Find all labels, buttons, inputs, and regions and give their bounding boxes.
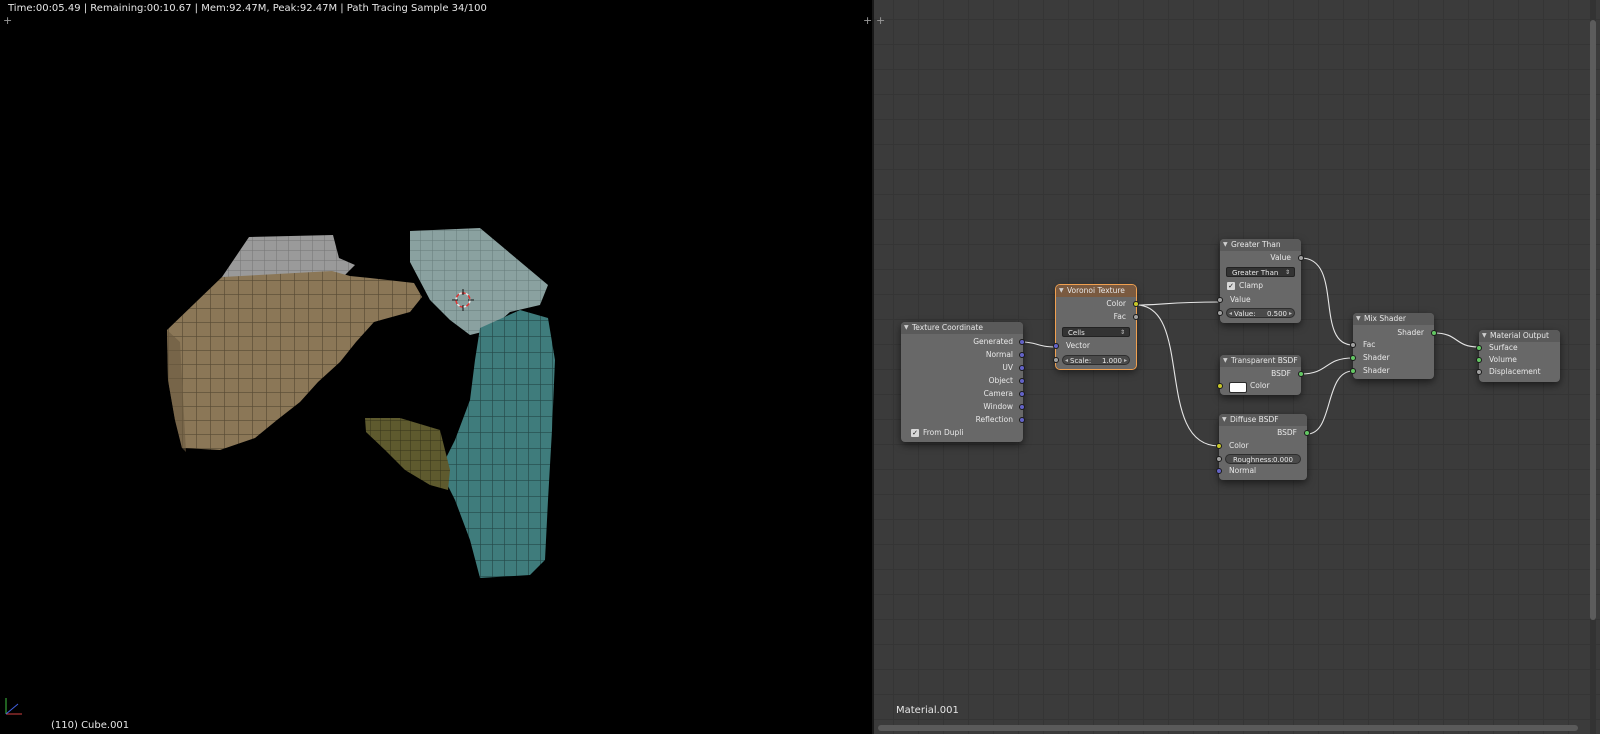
socket-fac[interactable] bbox=[1350, 342, 1356, 348]
node-voronoi-texture[interactable]: ▼ Voronoi Texture Color Fac Cells ⇕ Vector… bbox=[1053, 284, 1139, 370]
node-title: Texture Coordinate bbox=[912, 323, 983, 332]
output-generated: Generated bbox=[973, 337, 1013, 346]
collapse-arrow-icon[interactable]: ▼ bbox=[1223, 239, 1228, 251]
input-shader-1: Shader bbox=[1363, 353, 1390, 362]
node-diffuse-bsdf[interactable]: ▼ Diffuse BSDF BSDF Color Roughness: 0.000… bbox=[1216, 414, 1310, 480]
socket-fac[interactable] bbox=[1133, 314, 1139, 320]
socket-surface[interactable] bbox=[1476, 345, 1482, 351]
socket-reflection[interactable] bbox=[1019, 417, 1025, 423]
3d-viewport[interactable]: Time:00:05.49 | Remaining:00:10.67 | Mem… bbox=[0, 0, 872, 734]
output-shader: Shader bbox=[1397, 328, 1424, 337]
node-title: Diffuse BSDF bbox=[1230, 415, 1279, 424]
node-editor[interactable]: + ▼ Texture Coordinate Generated Normal U… bbox=[874, 0, 1600, 734]
collapse-arrow-icon[interactable]: ▼ bbox=[1482, 330, 1487, 342]
socket-input-value-2[interactable] bbox=[1217, 310, 1223, 316]
socket-vector[interactable] bbox=[1053, 343, 1059, 349]
collapse-arrow-icon[interactable]: ▼ bbox=[1059, 285, 1064, 297]
checkmark-icon: ✓ bbox=[1227, 282, 1235, 290]
socket-scale[interactable] bbox=[1053, 357, 1059, 363]
node-transparent-bsdf[interactable]: ▼ Transparent BSDF BSDF Color bbox=[1217, 355, 1304, 395]
node-title: Transparent BSDF bbox=[1231, 356, 1298, 365]
node-greater-than[interactable]: ▼ Greater Than Value Greater Than ⇕ ✓ Clamp… bbox=[1217, 239, 1304, 323]
collapse-arrow-icon[interactable]: ▼ bbox=[1222, 414, 1227, 426]
axis-gizmo-icon bbox=[5, 698, 22, 715]
active-object-label: (110) Cube.001 bbox=[51, 720, 130, 731]
socket-input-value-1[interactable] bbox=[1217, 297, 1223, 303]
clamp-checkbox[interactable]: ✓ Clamp bbox=[1227, 281, 1263, 291]
socket-camera[interactable] bbox=[1019, 391, 1025, 397]
input-displacement: Displacement bbox=[1489, 367, 1541, 376]
roughness-field[interactable]: Roughness: 0.000 bbox=[1225, 454, 1301, 464]
color-swatch[interactable] bbox=[1229, 382, 1247, 393]
input-volume: Volume bbox=[1489, 355, 1517, 364]
socket-color[interactable] bbox=[1133, 301, 1139, 307]
output-uv: UV bbox=[1002, 363, 1013, 372]
node-material-output[interactable]: ▼ Material Output Surface Volume Displace… bbox=[1476, 330, 1560, 382]
socket-generated[interactable] bbox=[1019, 339, 1025, 345]
socket-bsdf[interactable] bbox=[1304, 430, 1310, 436]
input-vector: Vector bbox=[1066, 341, 1090, 350]
node-title: Voronoi Texture bbox=[1067, 286, 1125, 295]
socket-color[interactable] bbox=[1217, 383, 1223, 389]
input-shader-2: Shader bbox=[1363, 366, 1390, 375]
operation-dropdown[interactable]: Greater Than ⇕ bbox=[1226, 267, 1295, 277]
socket-volume[interactable] bbox=[1476, 357, 1482, 363]
output-normal: Normal bbox=[985, 350, 1013, 359]
decrement-arrow-icon[interactable]: ◂ bbox=[1065, 356, 1068, 366]
socket-shader-2[interactable] bbox=[1350, 368, 1356, 374]
node-mix-shader[interactable]: ▼ Mix Shader Shader Fac Shader Shader bbox=[1350, 313, 1437, 379]
increment-arrow-icon[interactable]: ▸ bbox=[1289, 309, 1292, 319]
socket-bsdf[interactable] bbox=[1298, 371, 1304, 377]
horizontal-scrollbar[interactable] bbox=[878, 725, 1578, 731]
output-window: Window bbox=[983, 402, 1013, 411]
scale-field[interactable]: ◂ Scale: 1.000 ▸ bbox=[1062, 355, 1130, 365]
node-texture-coordinate[interactable]: ▼ Texture Coordinate Generated Normal UV … bbox=[901, 322, 1025, 442]
rendered-voxel-object bbox=[167, 228, 555, 578]
socket-displacement[interactable] bbox=[1476, 369, 1482, 375]
socket-normal[interactable] bbox=[1216, 468, 1222, 474]
vertical-scrollbar[interactable] bbox=[1590, 0, 1596, 734]
socket-output-value[interactable] bbox=[1298, 255, 1304, 261]
dropdown-arrows-icon: ⇕ bbox=[1119, 329, 1125, 336]
collapse-arrow-icon[interactable]: ▼ bbox=[904, 322, 909, 334]
output-color: Color bbox=[1106, 299, 1126, 308]
output-bsdf: BSDF bbox=[1271, 369, 1291, 378]
input-fac: Fac bbox=[1363, 340, 1376, 349]
output-camera: Camera bbox=[983, 389, 1013, 398]
material-name-label: Material.001 bbox=[896, 705, 959, 716]
collapse-arrow-icon[interactable]: ▼ bbox=[1356, 313, 1361, 325]
socket-shader-1[interactable] bbox=[1350, 355, 1356, 361]
socket-normal[interactable] bbox=[1019, 352, 1025, 358]
value-field[interactable]: ◂ Value: 0.500 ▸ bbox=[1226, 308, 1295, 318]
socket-uv[interactable] bbox=[1019, 365, 1025, 371]
output-value: Value bbox=[1270, 253, 1291, 262]
from-dupli-checkbox[interactable]: ✓ From Dupli bbox=[911, 428, 963, 438]
socket-roughness[interactable] bbox=[1216, 456, 1222, 462]
coloring-dropdown[interactable]: Cells ⇕ bbox=[1062, 327, 1130, 337]
node-title: Greater Than bbox=[1231, 240, 1281, 249]
node-title: Mix Shader bbox=[1364, 314, 1406, 323]
input-color: Color bbox=[1229, 441, 1249, 450]
dropdown-arrows-icon: ⇕ bbox=[1284, 269, 1290, 276]
input-value-label: Value bbox=[1230, 295, 1251, 304]
input-color: Color bbox=[1250, 381, 1270, 390]
output-object: Object bbox=[988, 376, 1013, 385]
increment-arrow-icon[interactable]: ▸ bbox=[1124, 356, 1127, 366]
collapse-arrow-icon[interactable]: ▼ bbox=[1223, 355, 1228, 367]
output-bsdf: BSDF bbox=[1277, 428, 1297, 437]
socket-color[interactable] bbox=[1216, 443, 1222, 449]
socket-output-shader[interactable] bbox=[1431, 330, 1437, 336]
socket-object[interactable] bbox=[1019, 378, 1025, 384]
node-title: Material Output bbox=[1490, 331, 1549, 340]
input-surface: Surface bbox=[1489, 343, 1518, 352]
checkmark-icon: ✓ bbox=[911, 429, 919, 437]
output-fac: Fac bbox=[1113, 312, 1126, 321]
input-normal: Normal bbox=[1229, 466, 1257, 475]
decrement-arrow-icon[interactable]: ◂ bbox=[1229, 309, 1232, 319]
socket-window[interactable] bbox=[1019, 404, 1025, 410]
output-reflection: Reflection bbox=[975, 415, 1013, 424]
scrollbar-thumb[interactable] bbox=[1590, 20, 1596, 620]
